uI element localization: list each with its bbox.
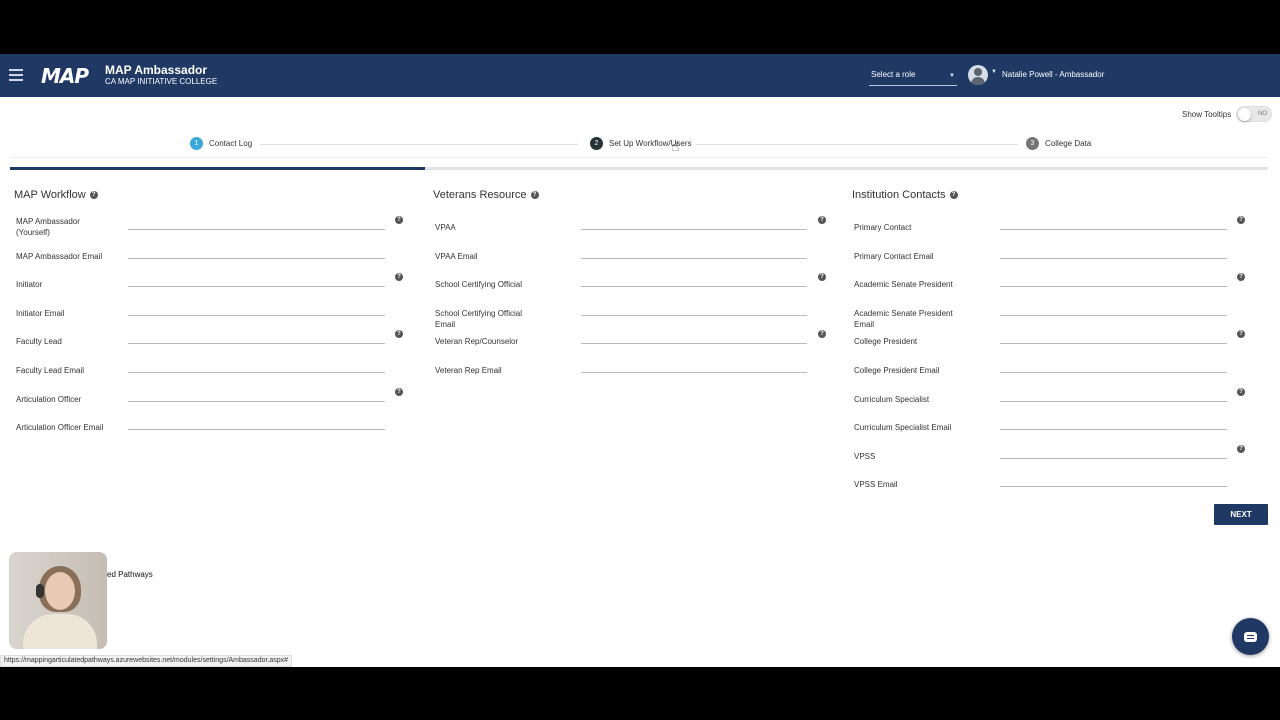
text-input[interactable] — [1000, 275, 1227, 288]
form-row: VPSS Email — [0, 472, 1280, 496]
webcam-overlay — [9, 552, 107, 649]
text-input[interactable] — [1000, 332, 1227, 345]
top-navbar: MAP MAP Ambassador CA MAP INITIATIVE COL… — [0, 54, 1280, 97]
toggle-state: NO — [1258, 111, 1267, 117]
progress-fill — [10, 167, 426, 170]
field-label: Primary Contact — [854, 223, 912, 232]
next-button[interactable]: NEXT — [1214, 504, 1268, 525]
section-title-map-workflow: MAP Workflow ? — [14, 189, 98, 201]
help-icon[interactable]: ? — [89, 191, 98, 199]
role-select[interactable]: Select a role ▼ — [869, 68, 957, 86]
college-name: CA MAP INITIATIVE COLLEGE — [105, 77, 218, 86]
user-avatar[interactable] — [968, 65, 988, 85]
mouse-cursor: ☝ — [671, 138, 680, 154]
text-input[interactable] — [1000, 304, 1227, 316]
text-input[interactable] — [1000, 418, 1227, 431]
step-number: 2 — [590, 137, 603, 150]
text-input[interactable] — [1000, 247, 1227, 259]
field-label: Curriculum Specialist Email — [854, 423, 952, 433]
section-title-text: Veterans Resource — [433, 189, 527, 201]
help-icon[interactable]: ? — [1237, 216, 1245, 224]
help-icon[interactable]: ? — [1237, 444, 1245, 453]
text-input[interactable] — [1000, 475, 1227, 488]
chevron-down-icon: ▼ — [949, 73, 955, 79]
field-label: VPSS Email — [854, 480, 898, 490]
form-row: Academic Senate President? — [0, 272, 1280, 296]
section-title-text: MAP Workflow — [14, 189, 86, 201]
step-label: Contact Log — [209, 139, 253, 148]
field-label: Academic Senate President — [854, 280, 953, 290]
wizard-progress-bar — [10, 167, 1268, 170]
step-label: College Data — [1045, 139, 1092, 148]
step-number: 1 — [190, 137, 203, 150]
step-number: 3 — [1026, 137, 1039, 150]
step-college-data[interactable]: 3 College Data — [1026, 137, 1091, 150]
help-icon[interactable]: ? — [1237, 387, 1245, 396]
field-label: VPSS — [854, 451, 876, 461]
footer-text-fragment: ed Pathways — [107, 570, 153, 579]
user-name[interactable]: Natalie Powell - Ambassador — [1002, 70, 1104, 79]
form-row: Curriculum Specialist? — [0, 387, 1280, 411]
help-icon[interactable]: ? — [530, 191, 539, 199]
form-row: Primary Contact Email — [0, 244, 1280, 268]
form-row: VPSS? — [0, 444, 1280, 468]
section-title-institution-contacts: Institution Contacts ? — [852, 189, 958, 201]
app-frame: MAP MAP Ambassador CA MAP INITIATIVE COL… — [0, 54, 1280, 667]
chat-button[interactable] — [1232, 618, 1269, 655]
role-select-value: Select a role — [871, 70, 916, 79]
section-title-veterans-resource: Veterans Resource ? — [433, 189, 539, 201]
form-row: Curriculum Specialist Email — [0, 415, 1280, 439]
show-tooltips-label: Show Tooltips — [1182, 110, 1232, 119]
form-row: College President? — [0, 329, 1280, 353]
show-tooltips-toggle[interactable]: NO — [1236, 106, 1272, 122]
status-bar-url: https://mappingarticulatedpathways.azure… — [0, 655, 293, 667]
field-label: College President Email — [854, 366, 940, 375]
text-input[interactable] — [1000, 218, 1227, 230]
wizard-stepper: 1 Contact Log 2 Set Up Workflow/Users 3 … — [10, 130, 1268, 158]
help-icon[interactable]: ? — [949, 191, 958, 199]
form-row: Academic Senate President Email — [0, 301, 1280, 329]
form-row: College President Email — [0, 358, 1280, 382]
chat-icon — [1244, 631, 1257, 642]
step-connector — [260, 144, 578, 145]
field-label: Curriculum Specialist — [854, 394, 930, 404]
user-menu-chevron-icon[interactable]: ▼ — [991, 69, 997, 75]
text-input[interactable] — [1000, 390, 1227, 402]
text-input[interactable] — [1000, 361, 1227, 373]
help-icon[interactable]: ? — [1237, 273, 1245, 282]
toggle-knob — [1238, 108, 1251, 121]
field-label: Primary Contact Email — [854, 251, 934, 261]
menu-icon[interactable] — [9, 69, 23, 81]
map-logo[interactable]: MAP — [41, 64, 89, 88]
step-contact-log[interactable]: 1 Contact Log — [190, 137, 252, 150]
help-icon[interactable]: ? — [1237, 330, 1245, 339]
form-row: Primary Contact? — [0, 215, 1280, 239]
field-label: Academic Senate President Email — [854, 308, 953, 329]
app-title: MAP Ambassador — [105, 63, 208, 77]
section-title-text: Institution Contacts — [852, 189, 946, 201]
step-connector — [696, 144, 1018, 145]
field-label: College President — [854, 337, 918, 347]
text-input[interactable] — [1000, 447, 1227, 459]
